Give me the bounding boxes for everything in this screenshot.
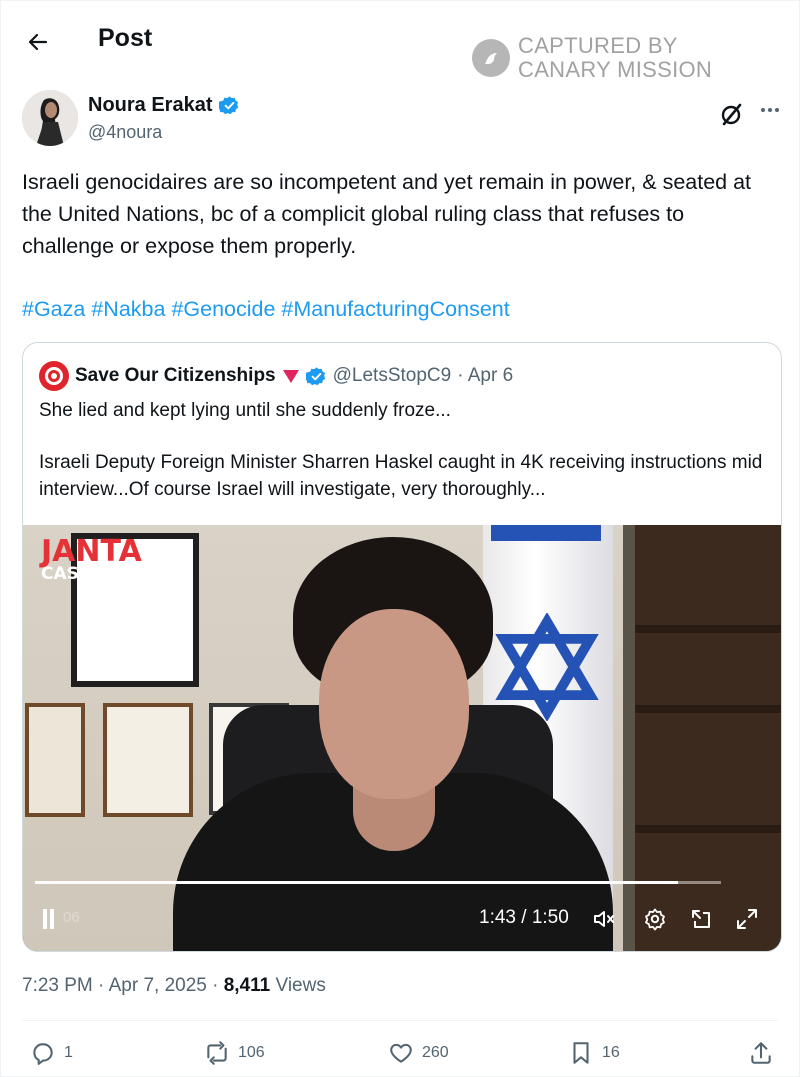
quoted-text: She lied and kept lying until she sudden… bbox=[39, 397, 769, 503]
more-dots-icon bbox=[761, 108, 779, 112]
quoted-date: · Apr 6 bbox=[457, 365, 514, 386]
verified-badge-icon bbox=[218, 96, 238, 115]
more-options-button[interactable] bbox=[756, 98, 784, 126]
bookmark-icon bbox=[573, 1042, 589, 1064]
picture-in-picture-icon bbox=[692, 910, 710, 928]
pause-icon bbox=[43, 909, 54, 929]
red-triangle-icon bbox=[282, 370, 299, 383]
gear-icon bbox=[645, 908, 665, 931]
like-button[interactable]: 260 bbox=[388, 1040, 449, 1066]
bookmark-count: 16 bbox=[602, 1044, 620, 1061]
stop-c9-logo-icon bbox=[45, 367, 63, 385]
mute-button[interactable] bbox=[591, 905, 619, 933]
pip-button[interactable] bbox=[687, 905, 715, 933]
watermark: CAPTURED BY CANARY MISSION bbox=[472, 34, 712, 82]
author-name-text: Noura Erakat bbox=[88, 94, 213, 116]
views-count: 8,411 bbox=[223, 975, 271, 996]
video-progress-fill bbox=[35, 881, 678, 884]
quoted-author-handle[interactable]: @LetsStopC9 bbox=[333, 365, 452, 387]
share-button[interactable] bbox=[748, 1040, 774, 1066]
watermark-line2: CANARY MISSION bbox=[518, 57, 713, 82]
avatar[interactable] bbox=[22, 90, 78, 146]
grok-button[interactable] bbox=[718, 100, 746, 128]
video-bookshelf bbox=[635, 525, 781, 951]
fullscreen-button[interactable] bbox=[733, 905, 761, 933]
pause-button[interactable] bbox=[39, 907, 63, 931]
author-row: Noura Erakat @4noura bbox=[22, 90, 782, 150]
repost-button[interactable]: 106 bbox=[204, 1040, 265, 1066]
like-count: 260 bbox=[422, 1044, 449, 1061]
hashtag-link[interactable]: #Nakba bbox=[91, 297, 165, 321]
arrow-left-icon bbox=[28, 33, 48, 51]
canary-logo-icon bbox=[472, 39, 510, 77]
hashtag-link[interactable]: #ManufacturingConsent bbox=[281, 297, 509, 321]
video-frame-certificate bbox=[103, 703, 193, 817]
video-frame-certificate bbox=[25, 703, 85, 817]
author-name[interactable]: Noura Erakat bbox=[88, 94, 240, 117]
quoted-text-line: She lied and kept lying until she sudden… bbox=[39, 400, 451, 421]
header: Post CAPTURED BY CANARY MISSION bbox=[0, 0, 800, 82]
hashtag-link[interactable]: #Genocide bbox=[171, 297, 275, 321]
video-overlay-timestamp: 06 bbox=[63, 909, 80, 926]
video-progress-bar[interactable] bbox=[35, 881, 721, 884]
video-time: 1:43 / 1:50 bbox=[479, 907, 569, 928]
quoted-avatar[interactable] bbox=[39, 361, 69, 391]
fullscreen-icon bbox=[737, 909, 757, 929]
video-player[interactable]: JANTA CAST 06 1:43 / 1:50 bbox=[23, 525, 781, 951]
hashtag-link[interactable]: #Gaza bbox=[22, 297, 85, 321]
views-label: Views bbox=[270, 975, 326, 996]
quoted-post-header: Save Our Citizenships @LetsStopC9 · Apr … bbox=[39, 361, 513, 391]
action-bar: 1 106 260 16 bbox=[22, 1040, 778, 1070]
settings-button[interactable] bbox=[641, 905, 669, 933]
back-button[interactable] bbox=[20, 24, 56, 60]
repost-count: 106 bbox=[238, 1044, 265, 1061]
reply-count: 1 bbox=[64, 1044, 73, 1061]
volume-muted-icon bbox=[594, 911, 614, 927]
repost-icon bbox=[207, 1041, 227, 1065]
hashtags: #Gaza #Nakba #Genocide #ManufacturingCon… bbox=[22, 294, 782, 324]
post-text: Israeli genocidaires are so incompetent … bbox=[22, 170, 752, 258]
share-icon bbox=[751, 1042, 771, 1064]
watermark-line1: CAPTURED BY bbox=[518, 33, 678, 58]
page-title: Post bbox=[98, 24, 153, 52]
reply-button[interactable]: 1 bbox=[30, 1040, 73, 1066]
quoted-post[interactable]: Save Our Citizenships @LetsStopC9 · Apr … bbox=[22, 342, 782, 952]
post-meta: 7:23 PM · Apr 7, 2025 · 8,411 Views bbox=[22, 975, 326, 997]
quoted-text-line: Israeli Deputy Foreign Minister Sharren … bbox=[39, 452, 763, 500]
verified-badge-icon bbox=[305, 366, 325, 385]
post-timestamp[interactable]: 7:23 PM · Apr 7, 2025 · bbox=[22, 975, 224, 996]
divider bbox=[22, 1020, 778, 1021]
flag-stripe bbox=[491, 525, 601, 541]
author-handle[interactable]: @4noura bbox=[88, 122, 162, 143]
bookmark-button[interactable]: 16 bbox=[568, 1040, 620, 1066]
video-channel-logo: JANTA CAST bbox=[41, 537, 142, 584]
grok-icon bbox=[721, 103, 742, 126]
heart-icon bbox=[390, 1043, 412, 1063]
reply-icon bbox=[33, 1043, 53, 1065]
quoted-author-name[interactable]: Save Our Citizenships bbox=[75, 365, 276, 387]
video-person-face bbox=[319, 609, 469, 799]
